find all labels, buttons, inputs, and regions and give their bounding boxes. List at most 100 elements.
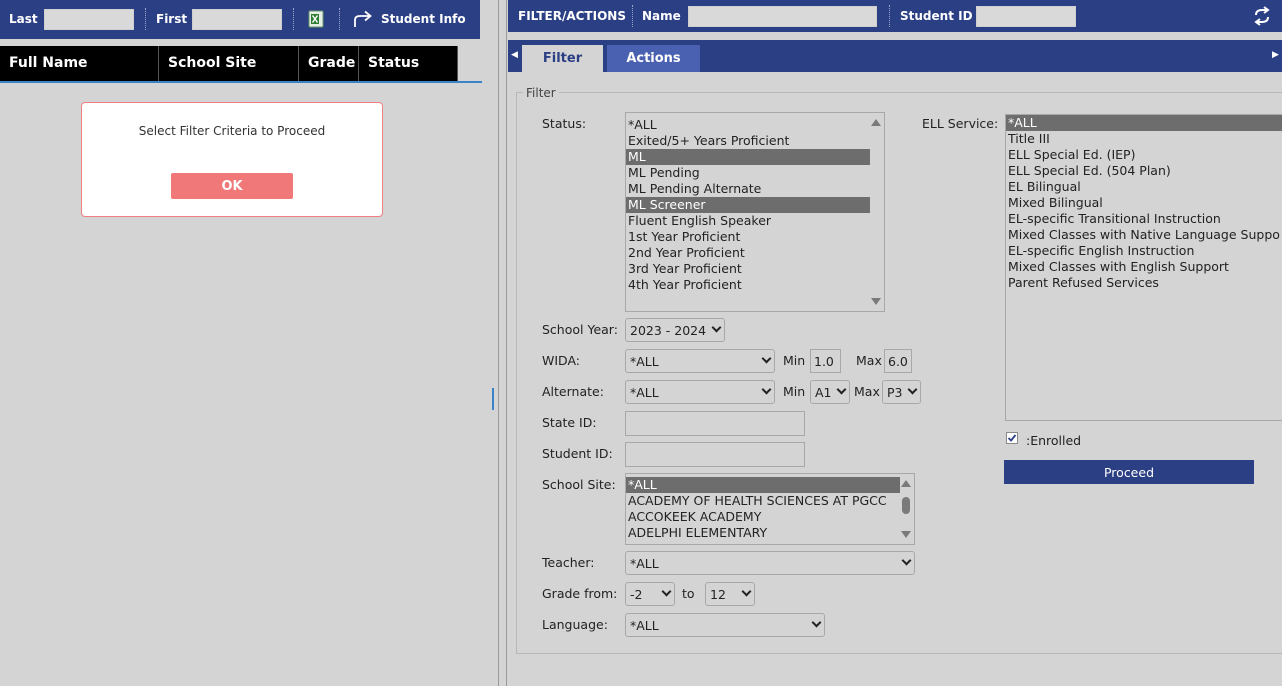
scroll-up-icon[interactable]: [871, 119, 881, 126]
wida-min-label: Min: [783, 353, 806, 368]
student-id-label: Student ID: [900, 9, 973, 23]
status-option[interactable]: 3rd Year Proficient: [626, 261, 884, 277]
header-divider: [889, 5, 890, 27]
school-site-listbox[interactable]: *ALL ACADEMY OF HEALTH SCIENCES AT PGCC …: [625, 473, 915, 545]
status-option[interactable]: 1st Year Proficient: [626, 229, 884, 245]
language-value: *ALL: [630, 618, 659, 633]
dialog-message: Select Filter Criteria to Proceed: [138, 124, 326, 138]
scroll-up-icon[interactable]: [901, 480, 911, 487]
ell-service-option[interactable]: Title III: [1006, 131, 1282, 147]
status-option[interactable]: *ALL: [626, 117, 884, 133]
student-id-filter-input[interactable]: [625, 442, 805, 467]
tab-actions[interactable]: Actions: [607, 45, 700, 72]
refresh-icon[interactable]: [1252, 6, 1272, 26]
ell-service-option[interactable]: ELL Special Ed. (IEP): [1006, 147, 1282, 163]
school-year-value: 2023 - 2024: [630, 323, 707, 338]
scroll-down-icon[interactable]: [901, 531, 911, 538]
ell-service-option[interactable]: ELL Special Ed. (504 Plan): [1006, 163, 1282, 179]
school-site-option[interactable]: ACCOKEEK ACADEMY: [626, 509, 914, 525]
ell-service-option[interactable]: EL Bilingual: [1006, 179, 1282, 195]
student-id-header-input[interactable]: [976, 6, 1076, 27]
results-table-header: Full Name School Site Grade Status: [0, 46, 458, 81]
alternate-max-label: Max: [854, 384, 880, 399]
column-full-name[interactable]: Full Name: [0, 46, 159, 81]
alternate-value: *ALL: [630, 385, 659, 400]
wida-max-input[interactable]: 6.0: [884, 349, 912, 373]
wida-select[interactable]: *ALL: [625, 349, 775, 373]
status-option[interactable]: ML Pending Alternate: [626, 181, 884, 197]
proceed-button[interactable]: Proceed: [1004, 460, 1254, 484]
state-id-input[interactable]: [625, 411, 805, 436]
column-school-site[interactable]: School Site: [159, 46, 299, 81]
language-label: Language:: [542, 617, 608, 632]
ell-service-option[interactable]: *ALL: [1006, 115, 1282, 131]
alternate-min-select[interactable]: A1: [810, 380, 850, 404]
splitter-border: [498, 0, 499, 686]
share-arrow-icon[interactable]: [352, 9, 374, 29]
school-year-label: School Year:: [542, 322, 618, 337]
splitter-grip[interactable]: [492, 388, 494, 410]
status-listbox[interactable]: *ALL Exited/5+ Years Proficient ML ML Pe…: [625, 112, 885, 312]
state-id-label: State ID:: [542, 415, 597, 430]
ell-service-option[interactable]: EL-specific English Instruction: [1006, 243, 1282, 259]
scroll-thumb[interactable]: [902, 497, 910, 514]
language-select[interactable]: *ALL: [625, 613, 825, 637]
column-grade[interactable]: Grade: [299, 46, 359, 81]
panel-splitter[interactable]: [482, 0, 508, 686]
teacher-value: *ALL: [630, 556, 659, 571]
school-site-scrollbar[interactable]: [898, 474, 914, 544]
chevron-down-icon: [761, 353, 772, 364]
ell-service-listbox[interactable]: *ALL Title III ELL Special Ed. (IEP) ELL…: [1005, 114, 1282, 421]
ell-service-option[interactable]: Mixed Classes with English Support: [1006, 259, 1282, 275]
excel-icon[interactable]: [308, 10, 324, 28]
status-option[interactable]: Fluent English Speaker: [626, 213, 884, 229]
status-option[interactable]: ML: [626, 149, 870, 165]
search-toolbar: Last First Student Info: [0, 0, 480, 39]
first-name-input[interactable]: [192, 9, 282, 30]
last-name-input[interactable]: [44, 9, 134, 30]
student-info-button[interactable]: Student Info: [381, 12, 466, 26]
status-scrollbar[interactable]: [868, 113, 884, 311]
table-divider: [0, 81, 482, 83]
scroll-down-icon[interactable]: [871, 298, 881, 305]
school-year-select[interactable]: 2023 - 2024: [625, 318, 725, 342]
status-option[interactable]: Exited/5+ Years Proficient: [626, 133, 884, 149]
toolbar-divider: [339, 8, 340, 30]
tab-filter[interactable]: Filter: [522, 45, 603, 72]
wida-min-input[interactable]: 1.0: [810, 349, 841, 373]
chevron-down-icon: [661, 586, 672, 597]
ell-service-option[interactable]: EL-specific Transitional Instruction: [1006, 211, 1282, 227]
toolbar-divider: [293, 8, 294, 30]
name-input[interactable]: [688, 6, 877, 27]
chevron-down-icon: [711, 322, 722, 333]
left-panel: Last First Student Info Full Name School…: [0, 0, 482, 686]
grade-from-select[interactable]: -2: [625, 582, 675, 606]
enrolled-label: :Enrolled: [1026, 433, 1082, 448]
ok-button[interactable]: OK: [171, 173, 293, 199]
grade-from-label: Grade from:: [542, 586, 618, 601]
column-status[interactable]: Status: [359, 46, 458, 81]
chevron-down-icon: [907, 384, 918, 395]
teacher-select[interactable]: *ALL: [625, 551, 915, 575]
status-option[interactable]: ML Pending: [626, 165, 884, 181]
wida-value: *ALL: [630, 354, 659, 369]
ell-service-option[interactable]: Mixed Bilingual: [1006, 195, 1282, 211]
status-option[interactable]: ML Screener: [626, 197, 870, 213]
school-site-option[interactable]: ACADEMY OF HEALTH SCIENCES AT PGCC: [626, 493, 914, 509]
enrolled-checkbox[interactable]: [1006, 432, 1018, 444]
tab-scroll-left-icon[interactable]: ◀: [511, 50, 518, 60]
toolbar-divider: [145, 8, 146, 30]
tab-scroll-right-icon[interactable]: ▶: [1272, 50, 1279, 60]
ell-service-option[interactable]: Mixed Classes with Native Language Suppo: [1006, 227, 1282, 243]
grade-to-select[interactable]: 12: [705, 582, 755, 606]
school-site-option[interactable]: ADELPHI ELEMENTARY: [626, 525, 914, 541]
status-option[interactable]: 2nd Year Proficient: [626, 245, 884, 261]
alternate-select[interactable]: *ALL: [625, 380, 775, 404]
tab-bar: ◀ Filter Actions ▶: [508, 40, 1282, 72]
name-label: Name: [642, 9, 681, 23]
alternate-max-select[interactable]: P3: [882, 380, 921, 404]
status-option[interactable]: 4th Year Proficient: [626, 277, 884, 293]
school-site-option[interactable]: *ALL: [626, 477, 900, 493]
first-name-label: First: [156, 12, 188, 26]
ell-service-option[interactable]: Parent Refused Services: [1006, 275, 1282, 291]
